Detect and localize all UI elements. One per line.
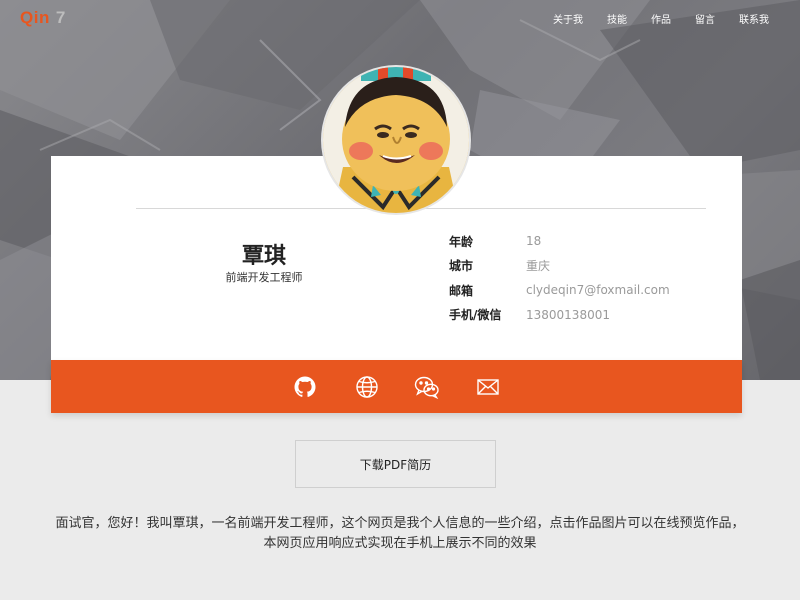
- intro-text: 面试官，您好！我叫覃琪，一名前端开发工程师，这个网页是我个人信息的一些介绍，点击…: [55, 516, 745, 551]
- info-row-email: 邮箱 clydeqin7@foxmail.com: [449, 278, 670, 303]
- nav-item-about[interactable]: 关于我: [553, 11, 583, 26]
- logo-primary: Qin: [20, 8, 50, 27]
- info-row-phone: 手机/微信 13800138001: [449, 303, 670, 328]
- info-value: clydeqin7@foxmail.com: [526, 283, 670, 298]
- info-row-city: 城市 重庆: [449, 254, 670, 279]
- github-icon[interactable]: [293, 375, 317, 399]
- wechat-icon[interactable]: [414, 375, 439, 400]
- info-key: 手机/微信: [449, 308, 502, 323]
- info-value: 重庆: [526, 259, 551, 274]
- logo-secondary: 7: [55, 8, 66, 27]
- info-value: 13800138001: [526, 307, 610, 322]
- nav-item-skills[interactable]: 技能: [607, 11, 627, 26]
- site-logo[interactable]: Qin 7: [20, 8, 66, 28]
- info-row-age: 年龄 18: [449, 229, 670, 254]
- nav-item-contact[interactable]: 联系我: [739, 11, 769, 26]
- info-key: 邮箱: [449, 283, 474, 298]
- page: Qin 7 关于我 技能 作品 留言 联系我 覃琪 前端开发工程师 年龄 18 城…: [0, 0, 800, 600]
- info-key: 年龄: [449, 234, 474, 249]
- profile-name: 覃琪: [241, 244, 286, 269]
- avatar: [323, 67, 469, 213]
- avatar-illustration: [323, 67, 469, 213]
- download-pdf-button[interactable]: 下载PDF简历: [295, 440, 496, 488]
- info-key: 城市: [449, 259, 474, 274]
- top-nav: 关于我 技能 作品 留言 联系我: [529, 11, 769, 26]
- profile-info: 年龄 18 城市 重庆 邮箱 clydeqin7@foxmail.com 手机/…: [449, 229, 670, 327]
- nav-item-works[interactable]: 作品: [651, 11, 671, 26]
- info-value: 18: [526, 234, 542, 249]
- nav-item-message[interactable]: 留言: [695, 11, 715, 26]
- profile-role: 前端开发工程师: [225, 271, 303, 284]
- globe-icon[interactable]: [355, 375, 379, 399]
- social-bar: [51, 360, 742, 413]
- mail-icon[interactable]: [476, 375, 500, 399]
- lower-background: [0, 380, 800, 600]
